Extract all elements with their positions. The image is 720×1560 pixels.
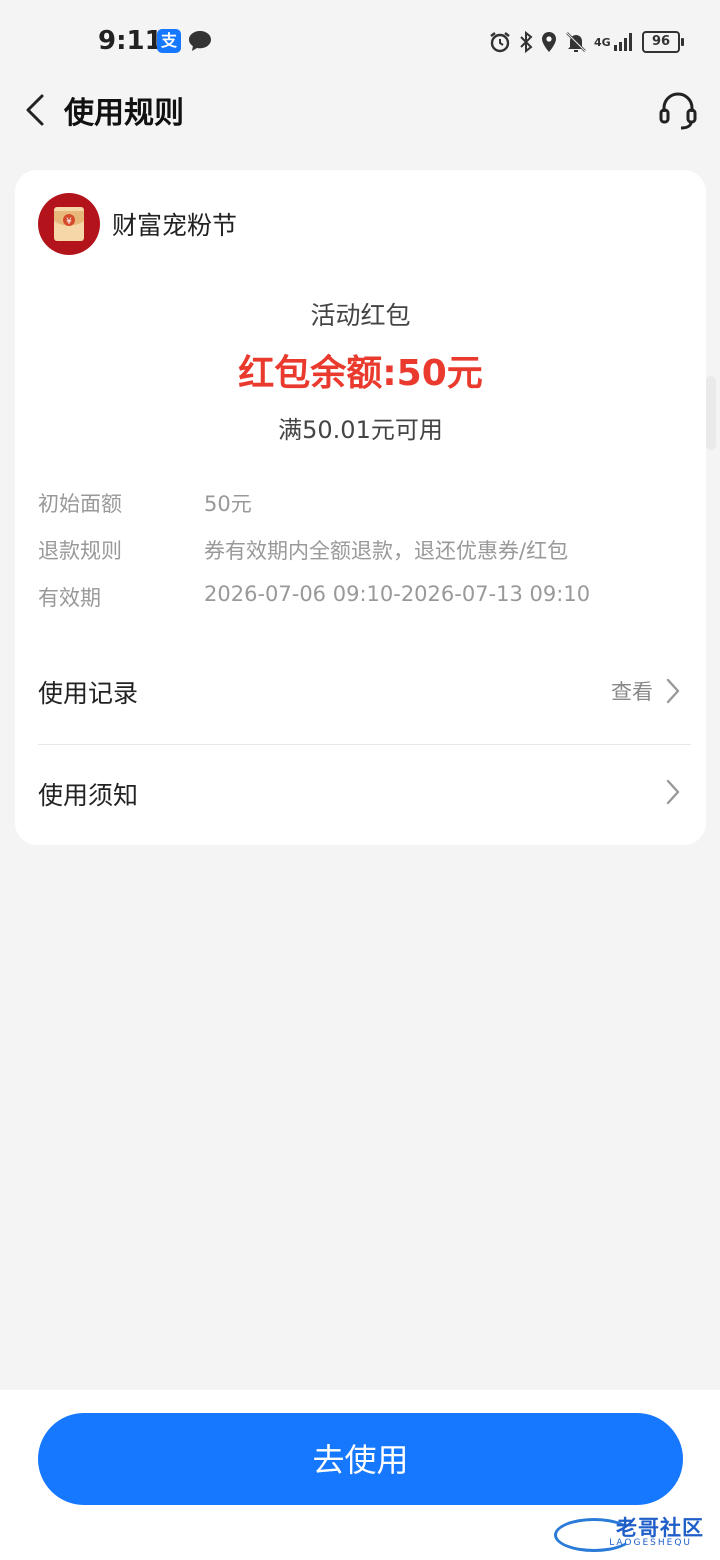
usage-notice-label: 使用须知 [38, 781, 139, 810]
coupon-type: 活动红包 [310, 301, 411, 330]
scrollbar[interactable] [706, 376, 716, 450]
usage-notice-row[interactable]: 使用须知 [38, 764, 691, 824]
usage-record-label: 使用记录 [38, 679, 139, 708]
location-icon [542, 32, 556, 52]
svg-text:¥: ¥ [66, 217, 72, 227]
coupon-balance: 红包余额:50元 [238, 353, 483, 394]
coupon-card: ¥ 财富宠粉节 活动红包 红包余额:50元 满50.01元可用 初始面额 50元… [15, 170, 706, 845]
usage-record-action: 查看 [611, 676, 681, 706]
network-type: 4G [594, 35, 611, 49]
coupon-info: 初始面额 50元 退款规则 券有效期内全额退款，退还优惠券/红包 有效期 202… [38, 488, 688, 629]
divider [38, 744, 691, 745]
watermark: 老哥社区 LAOGESHEQU [554, 1512, 704, 1552]
chevron-right-icon [666, 779, 680, 805]
headset-icon [659, 92, 697, 130]
info-row-validity: 有效期 2026-07-06 09:10-2026-07-13 09:10 [38, 582, 688, 629]
watermark-subtext: LAOGESHEQU [609, 1538, 692, 1548]
status-bar: 9:11 支 4G 96 [0, 0, 720, 84]
usage-record-row[interactable]: 使用记录 查看 [38, 662, 691, 722]
customer-service-button[interactable] [658, 88, 698, 132]
nav-header: 使用规则 [0, 84, 720, 136]
back-button[interactable] [20, 90, 50, 130]
info-value: 50元 [204, 492, 252, 516]
usage-notice-action [665, 778, 681, 806]
info-label: 初始面额 [38, 492, 122, 516]
brand-row: ¥ 财富宠粉节 [38, 193, 237, 255]
message-notification-icon [188, 30, 212, 56]
coupon-condition: 满50.01元可用 [278, 416, 443, 444]
chevron-right-icon [666, 678, 680, 704]
view-link[interactable]: 查看 [611, 676, 653, 706]
alarm-icon [490, 32, 510, 53]
info-row-initial-amount: 初始面额 50元 [38, 488, 688, 535]
info-label: 有效期 [38, 586, 101, 610]
bluetooth-icon [520, 30, 533, 54]
bottom-bar: 去使用 老哥社区 LAOGESHEQU [0, 1390, 720, 1560]
page-title: 使用规则 [64, 96, 184, 131]
red-envelope-icon: ¥ [38, 193, 100, 255]
chevron-left-icon [26, 94, 44, 126]
info-value: 券有效期内全额退款，退还优惠券/红包 [204, 539, 569, 563]
info-label: 退款规则 [38, 539, 122, 563]
use-now-button[interactable]: 去使用 [38, 1413, 683, 1505]
alipay-notification-icon: 支 [157, 29, 181, 53]
mute-bell-icon [566, 32, 586, 52]
battery-icon: 96 [642, 31, 684, 53]
status-time: 9:11 [98, 26, 163, 56]
info-row-refund-rule: 退款规则 券有效期内全额退款，退还优惠券/红包 [38, 535, 688, 582]
info-value: 2026-07-06 09:10-2026-07-13 09:10 [204, 582, 591, 606]
brand-name: 财富宠粉节 [112, 211, 238, 240]
status-icons: 4G 96 [488, 28, 684, 56]
signal-icon [614, 33, 632, 51]
